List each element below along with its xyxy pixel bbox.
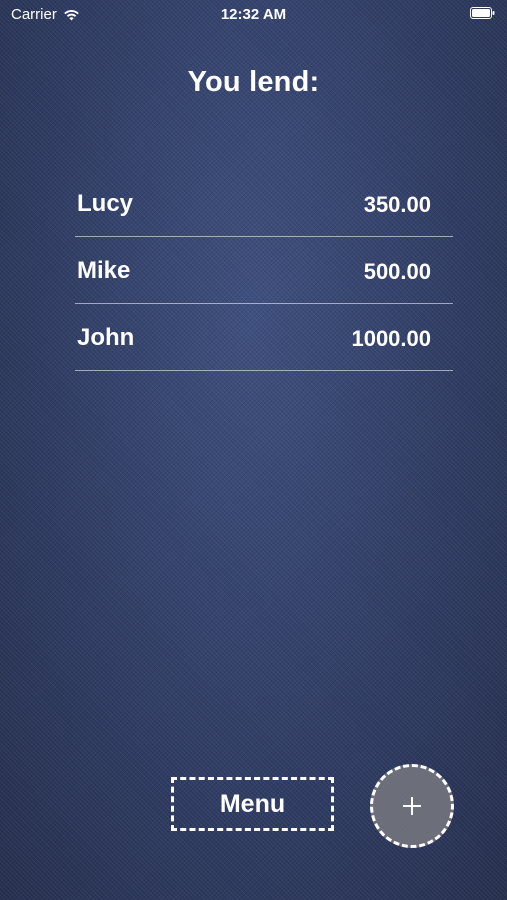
row-amount: 1000.00 [351, 326, 431, 351]
page-title: You lend: [187, 66, 320, 98]
list-item[interactable]: Lucy 350.00 [75, 170, 453, 237]
lend-list: Lucy 350.00 Mike 500.00 John 1000.00 [75, 170, 453, 371]
row-name: Mike [77, 257, 131, 284]
row-amount: 500.00 [363, 259, 431, 284]
add-button[interactable] [370, 764, 454, 848]
battery-icon [470, 7, 495, 19]
plus-icon [403, 797, 421, 815]
row-amount: 350.00 [363, 192, 431, 217]
status-time: 12:32 AM [220, 6, 287, 23]
row-name: John [77, 324, 135, 351]
list-item[interactable]: John 1000.00 [75, 304, 453, 371]
row-name: Lucy [77, 190, 134, 217]
menu-button[interactable]: Menu [171, 777, 334, 831]
list-item[interactable]: Mike 500.00 [75, 237, 453, 304]
status-bar: Carrier 12:32 AM [0, 0, 507, 30]
